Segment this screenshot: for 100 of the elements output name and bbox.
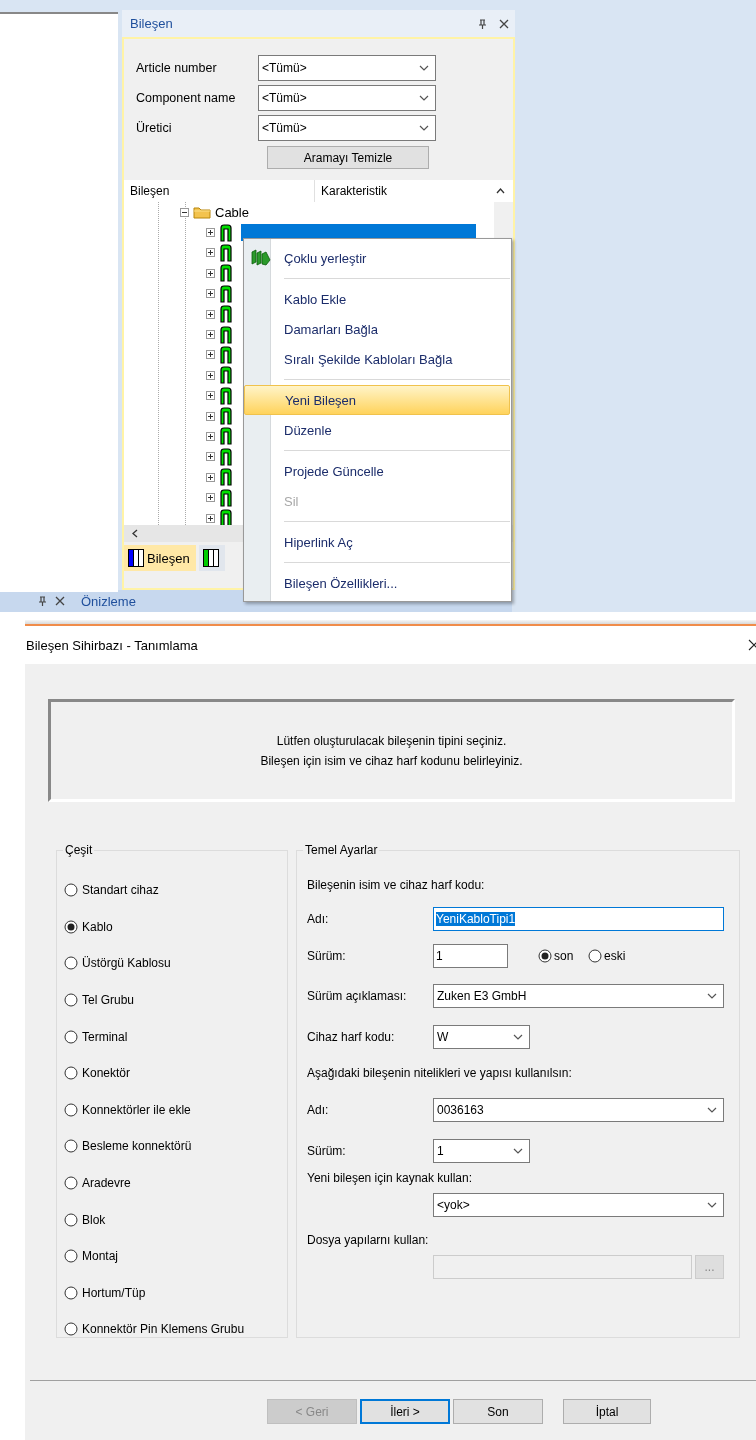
expand-icon[interactable] xyxy=(206,248,215,258)
close-icon[interactable] xyxy=(55,596,65,606)
cable-icon xyxy=(219,447,233,466)
expand-icon[interactable] xyxy=(206,452,215,462)
radio-button[interactable] xyxy=(64,1102,78,1117)
panel-tab[interactable]: Bileşen xyxy=(124,545,196,571)
chevron-down-icon xyxy=(419,125,429,131)
cable-icon xyxy=(219,264,233,283)
radio-label[interactable]: son xyxy=(554,949,574,963)
text-field[interactable]: 1 xyxy=(433,944,508,968)
panel-title: Önizleme xyxy=(81,593,136,609)
tree-item[interactable]: Cable xyxy=(215,204,249,220)
close-icon[interactable] xyxy=(499,18,509,29)
dropdown[interactable]: <Tümü> xyxy=(258,55,436,81)
expand-icon[interactable] xyxy=(206,228,215,238)
cables-icon xyxy=(251,248,271,266)
radio-label[interactable]: Konnektörler ile ekle xyxy=(82,1102,191,1117)
radio-button[interactable] xyxy=(538,949,552,963)
field-label: Sürüm: xyxy=(307,1143,347,1158)
dropdown[interactable]: Zuken E3 GmbH xyxy=(433,983,724,1008)
radio-button[interactable] xyxy=(64,1029,78,1044)
expand-icon[interactable] xyxy=(206,370,215,380)
field-label: Component name xyxy=(136,91,237,105)
dropdown[interactable]: <yok> xyxy=(433,1193,724,1217)
cable-icon xyxy=(219,366,233,385)
radio-label[interactable]: Montaj xyxy=(82,1249,119,1264)
radio-button[interactable] xyxy=(64,1066,78,1081)
expand-icon[interactable] xyxy=(206,350,215,360)
radio-button[interactable] xyxy=(588,949,602,963)
radio-label[interactable]: Üstörgü Kablosu xyxy=(82,956,171,971)
radio-button[interactable] xyxy=(64,1285,78,1300)
field-label: Adı: xyxy=(307,1102,330,1117)
pin-icon[interactable] xyxy=(38,596,47,606)
expand-icon[interactable] xyxy=(206,309,215,319)
radio-label[interactable]: Konnektör Pin Klemens Grubu xyxy=(82,1322,245,1337)
pin-icon[interactable] xyxy=(478,18,487,29)
radio-button[interactable] xyxy=(64,1249,78,1264)
menu-item[interactable]: Sıralı Şekilde Kabloları Bağla xyxy=(244,344,510,374)
panel-tab[interactable] xyxy=(198,545,225,571)
radio-label[interactable]: Hortum/Tüp xyxy=(82,1285,146,1300)
radio-label[interactable]: eski xyxy=(604,949,626,963)
dialog-button[interactable]: İptal xyxy=(563,1399,651,1424)
expand-icon[interactable] xyxy=(206,411,215,421)
field-label: Sürüm: xyxy=(307,949,347,963)
radio-button[interactable] xyxy=(64,1212,78,1227)
expand-icon[interactable] xyxy=(206,432,215,441)
menu-item[interactable]: Kablo Ekle xyxy=(244,284,510,314)
expand-icon[interactable] xyxy=(206,330,215,340)
text-field[interactable]: YeniKabloTipi1 xyxy=(433,907,724,931)
menu-item[interactable]: Düzenle xyxy=(244,415,510,445)
radio-button[interactable] xyxy=(64,1139,78,1154)
section-label: Yeni bileşen için kaynak kullan: xyxy=(307,1171,472,1185)
dialog-button[interactable]: Son xyxy=(453,1399,543,1424)
radio-button[interactable] xyxy=(64,883,78,898)
expand-icon[interactable] xyxy=(206,391,215,401)
clear-search-button[interactable]: Aramayı Temizle xyxy=(267,146,429,169)
radio-button[interactable] xyxy=(64,1322,78,1337)
column-header[interactable]: Karakteristik xyxy=(315,180,496,202)
menu-item[interactable]: Yeni Bileşen xyxy=(244,385,510,415)
radio-label[interactable]: Besleme konnektörü xyxy=(82,1139,192,1154)
radio-label[interactable]: Terminal xyxy=(82,1029,128,1044)
radio-label[interactable]: Kablo xyxy=(82,919,113,934)
menu-item[interactable]: Damarları Bağla xyxy=(244,314,510,344)
radio-label[interactable]: Aradevre xyxy=(82,1176,131,1191)
expand-icon[interactable] xyxy=(206,268,215,278)
collapse-icon[interactable] xyxy=(180,207,189,217)
cable-icon xyxy=(219,305,233,324)
expand-icon[interactable] xyxy=(206,289,215,299)
radio-button[interactable] xyxy=(64,956,78,971)
dropdown[interactable]: 1 xyxy=(433,1138,530,1163)
menu-item[interactable]: Bileşen Özellikleri... xyxy=(244,568,510,598)
dialog-button[interactable]: İleri > xyxy=(360,1399,450,1424)
chevron-down-icon xyxy=(707,1106,717,1113)
expand-icon[interactable] xyxy=(206,493,215,503)
chevron-down-icon xyxy=(513,1033,523,1040)
radio-button[interactable] xyxy=(64,1176,78,1191)
radio-label[interactable]: Konektör xyxy=(82,1066,131,1081)
scroll-left-icon[interactable] xyxy=(132,529,138,538)
expand-icon[interactable] xyxy=(206,513,215,523)
dropdown[interactable]: W xyxy=(433,1024,530,1049)
menu-item[interactable]: Çoklu yerleştir xyxy=(244,243,510,273)
cable-icon xyxy=(219,325,233,344)
scroll-up-icon[interactable] xyxy=(496,188,505,194)
chevron-down-icon xyxy=(419,65,429,71)
column-header[interactable]: Bileşen xyxy=(124,180,315,202)
dropdown[interactable]: 0036163 xyxy=(433,1097,724,1122)
radio-label[interactable]: Standart cihaz xyxy=(82,883,159,898)
cable-icon xyxy=(219,427,233,446)
dropdown[interactable]: <Tümü> xyxy=(258,115,436,141)
menu-item[interactable]: Projede Güncelle xyxy=(244,456,510,486)
menu-item[interactable]: Hiperlink Aç xyxy=(244,527,510,557)
dropdown[interactable]: <Tümü> xyxy=(258,85,436,111)
cable-icon xyxy=(219,407,233,426)
window-title: Bileşen Sihirbazı - Tanımlama xyxy=(25,637,198,653)
section-label: Bileşenin isim ve cihaz harf kodu: xyxy=(307,878,485,892)
radio-button[interactable] xyxy=(64,993,78,1008)
radio-label[interactable]: Tel Grubu xyxy=(82,993,135,1008)
radio-label[interactable]: Blok xyxy=(82,1212,106,1227)
radio-button[interactable] xyxy=(64,919,78,934)
expand-icon[interactable] xyxy=(206,472,215,482)
